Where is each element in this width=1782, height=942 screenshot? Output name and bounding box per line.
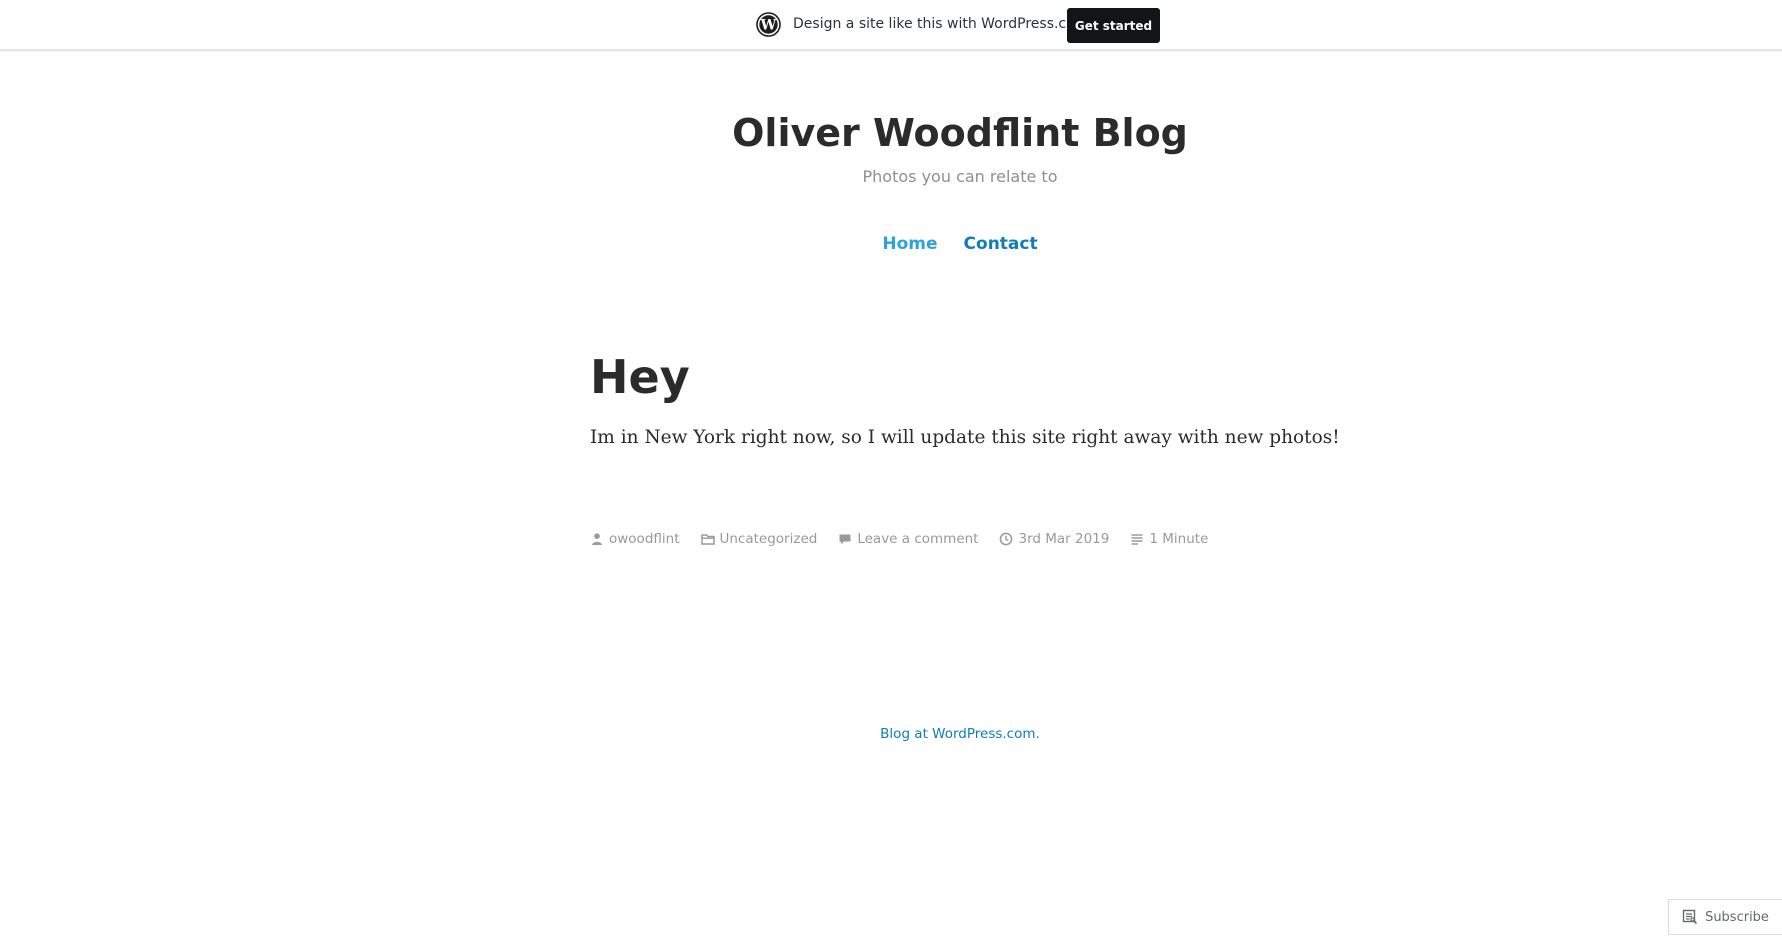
subscribe-label: Subscribe	[1705, 909, 1769, 925]
meta-comments: Leave a comment	[838, 531, 978, 547]
nav-item-home[interactable]: Home	[882, 234, 937, 254]
footer-credit-link[interactable]: Blog at WordPress.com.	[880, 726, 1040, 742]
svg-text:W: W	[760, 18, 777, 34]
wordpress-banner: W Design a site like this with WordPress…	[0, 0, 1782, 51]
subscribe-button[interactable]: Subscribe	[1668, 899, 1782, 935]
meta-reading-time: 1 Minute	[1130, 531, 1208, 547]
clock-icon	[999, 532, 1013, 546]
get-started-button[interactable]: Get started	[1067, 8, 1160, 43]
post-title[interactable]: Hey	[590, 350, 690, 404]
post-meta: owoodflint Uncategorized Leave a comment	[590, 531, 1229, 547]
folder-icon	[700, 532, 715, 546]
reading-time: 1 Minute	[1149, 531, 1209, 547]
date-link[interactable]: 3rd Mar 2019	[1018, 531, 1109, 547]
main-navigation: Home Contact	[0, 234, 1782, 254]
nav-item-contact[interactable]: Contact	[964, 234, 1038, 254]
category-link[interactable]: Uncategorized	[720, 531, 818, 547]
site-footer: Blog at WordPress.com.	[0, 726, 1782, 742]
wordpress-logo-icon[interactable]: W	[756, 12, 781, 37]
meta-category: Uncategorized	[700, 531, 818, 547]
post-body: Im in New York right now, so I will upda…	[590, 427, 1340, 448]
author-link[interactable]: owoodflint	[609, 531, 680, 547]
meta-author: owoodflint	[590, 531, 680, 547]
reader-icon	[1682, 909, 1698, 925]
site-description: Photos you can relate to	[862, 167, 1058, 186]
comments-link[interactable]: Leave a comment	[857, 531, 978, 547]
site-title[interactable]: Oliver Woodflint Blog	[0, 111, 1782, 155]
list-icon	[1130, 532, 1144, 546]
user-icon	[590, 532, 604, 546]
meta-date: 3rd Mar 2019	[999, 531, 1109, 547]
banner-text[interactable]: Design a site like this with WordPress.c…	[793, 16, 1088, 32]
comment-icon	[838, 532, 852, 546]
page: W Design a site like this with WordPress…	[0, 0, 1782, 942]
